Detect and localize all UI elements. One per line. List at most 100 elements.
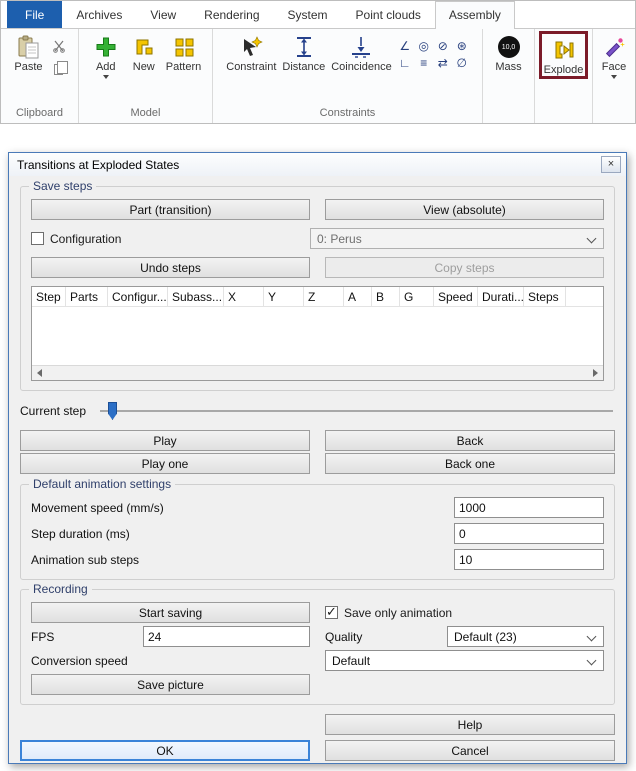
tab-point-clouds[interactable]: Point clouds xyxy=(342,1,435,28)
movement-speed-label: Movement speed (mm/s) xyxy=(31,501,454,515)
tangent-constraint-icon[interactable]: ⊘ xyxy=(434,38,452,53)
col-subassembly[interactable]: Subass... xyxy=(168,287,224,306)
mini-constraint-grid: ∠ ◎ ⊘ ⊛ ∟ ≡ ⇄ ∅ xyxy=(396,31,471,70)
mass-badge-icon: 10,0 xyxy=(496,34,522,60)
scroll-right-icon xyxy=(593,369,598,377)
angle-constraint-icon[interactable]: ∠ xyxy=(396,38,414,53)
add-plus-icon xyxy=(93,34,119,60)
animation-settings-legend: Default animation settings xyxy=(29,477,175,491)
dialog-footer: Help OK Cancel xyxy=(20,714,615,761)
pattern-button[interactable]: Pattern xyxy=(164,31,203,73)
movement-speed-input[interactable] xyxy=(454,497,604,518)
scrollbar-track[interactable] xyxy=(47,366,588,381)
slider-thumb[interactable] xyxy=(108,402,117,420)
concentric-constraint-icon[interactable]: ◎ xyxy=(415,38,433,53)
back-one-button[interactable]: Back one xyxy=(325,453,615,474)
col-step[interactable]: Step xyxy=(32,287,66,306)
paste-button[interactable]: Paste xyxy=(11,31,47,73)
ok-button[interactable]: OK xyxy=(20,740,310,761)
col-y[interactable]: Y xyxy=(264,287,304,306)
step-duration-input[interactable] xyxy=(454,523,604,544)
part-transition-button[interactable]: Part (transition) xyxy=(31,199,310,220)
tab-file[interactable]: File xyxy=(7,1,62,28)
close-button[interactable]: × xyxy=(601,156,621,173)
start-saving-button[interactable]: Start saving xyxy=(31,602,310,623)
save-only-animation-checkbox[interactable] xyxy=(325,606,338,619)
configuration-row: Configuration xyxy=(31,228,295,249)
col-configuration[interactable]: Configur... xyxy=(108,287,168,306)
explode-icon xyxy=(550,37,576,63)
constraint-cursor-icon xyxy=(238,34,264,60)
face-button[interactable]: Face xyxy=(596,31,632,79)
copy-button[interactable] xyxy=(49,60,69,78)
view-absolute-button[interactable]: View (absolute) xyxy=(325,199,604,220)
save-picture-button[interactable]: Save picture xyxy=(31,674,310,695)
play-one-button[interactable]: Play one xyxy=(20,453,310,474)
constraint-button-label: Constraint xyxy=(226,61,276,73)
horizontal-scrollbar[interactable] xyxy=(32,365,603,380)
undo-steps-button[interactable]: Undo steps xyxy=(31,257,310,278)
tab-system[interactable]: System xyxy=(274,1,342,28)
group-caption-face-empty xyxy=(593,105,635,123)
save-only-animation-label: Save only animation xyxy=(344,606,452,620)
copy-icon xyxy=(54,64,63,75)
steps-table-body[interactable] xyxy=(32,307,603,365)
scroll-left-icon xyxy=(37,369,42,377)
col-z[interactable]: Z xyxy=(304,287,344,306)
configuration-checkbox[interactable] xyxy=(31,232,44,245)
col-x[interactable]: X xyxy=(224,287,264,306)
fix-constraint-icon[interactable]: ∅ xyxy=(453,55,471,70)
coincidence-arrow-icon xyxy=(348,34,374,60)
ribbon-toolbar: Paste xyxy=(1,28,635,123)
mass-button[interactable]: 10,0 Mass xyxy=(491,31,527,73)
configuration-select[interactable]: 0: Perus xyxy=(310,228,604,249)
scroll-left-button[interactable] xyxy=(32,366,47,381)
add-button[interactable]: Add xyxy=(88,31,124,79)
col-duration[interactable]: Durati... xyxy=(478,287,524,306)
col-speed[interactable]: Speed xyxy=(434,287,478,306)
ribbon: File Archives View Rendering System Poin… xyxy=(0,0,636,124)
col-a[interactable]: A xyxy=(344,287,372,306)
current-step-slider[interactable] xyxy=(100,401,615,421)
constraint-button[interactable]: Constraint xyxy=(224,31,278,73)
fps-label: FPS xyxy=(31,630,143,644)
conversion-speed-value: Default xyxy=(332,654,370,668)
configuration-select-value: 0: Perus xyxy=(317,232,362,246)
quality-select-value: Default (23) xyxy=(454,630,517,644)
equal-constraint-icon[interactable]: ⇄ xyxy=(434,55,452,70)
dialog-titlebar[interactable]: Transitions at Exploded States × xyxy=(9,153,626,176)
explode-button[interactable]: Explode xyxy=(542,34,586,76)
back-button[interactable]: Back xyxy=(325,430,615,451)
parallel-constraint-icon[interactable]: ≡ xyxy=(415,55,433,70)
cut-button[interactable] xyxy=(49,38,69,56)
playback-buttons: Play Back Play one Back one xyxy=(20,430,615,474)
configuration-label: Configuration xyxy=(50,232,121,246)
tab-view[interactable]: View xyxy=(136,1,190,28)
fps-input[interactable] xyxy=(143,626,310,647)
tab-archives[interactable]: Archives xyxy=(62,1,136,28)
recording-legend: Recording xyxy=(29,582,92,596)
cancel-button[interactable]: Cancel xyxy=(325,740,615,761)
symmetry-constraint-icon[interactable]: ⊛ xyxy=(453,38,471,53)
ribbon-group-mass: 10,0 Mass xyxy=(483,29,535,123)
new-button[interactable]: New xyxy=(126,31,162,73)
perpendicular-constraint-icon[interactable]: ∟ xyxy=(396,55,414,70)
quality-row: Quality Default (23) xyxy=(325,626,604,647)
col-parts[interactable]: Parts xyxy=(66,287,108,306)
pattern-button-label: Pattern xyxy=(166,61,201,73)
animation-sub-steps-input[interactable] xyxy=(454,549,604,570)
scroll-right-button[interactable] xyxy=(588,366,603,381)
tab-rendering[interactable]: Rendering xyxy=(190,1,273,28)
conversion-speed-select[interactable]: Default xyxy=(325,650,604,671)
col-b[interactable]: B xyxy=(372,287,400,306)
col-steps[interactable]: Steps xyxy=(524,287,566,306)
help-button[interactable]: Help xyxy=(325,714,615,735)
new-button-label: New xyxy=(133,61,155,73)
col-g[interactable]: G xyxy=(400,287,434,306)
group-caption-mass-empty xyxy=(483,105,534,123)
distance-button[interactable]: Distance xyxy=(280,31,327,73)
coincidence-button[interactable]: Coincidence xyxy=(329,31,394,73)
play-button[interactable]: Play xyxy=(20,430,310,451)
tab-assembly[interactable]: Assembly xyxy=(435,1,515,29)
quality-select[interactable]: Default (23) xyxy=(447,626,604,647)
